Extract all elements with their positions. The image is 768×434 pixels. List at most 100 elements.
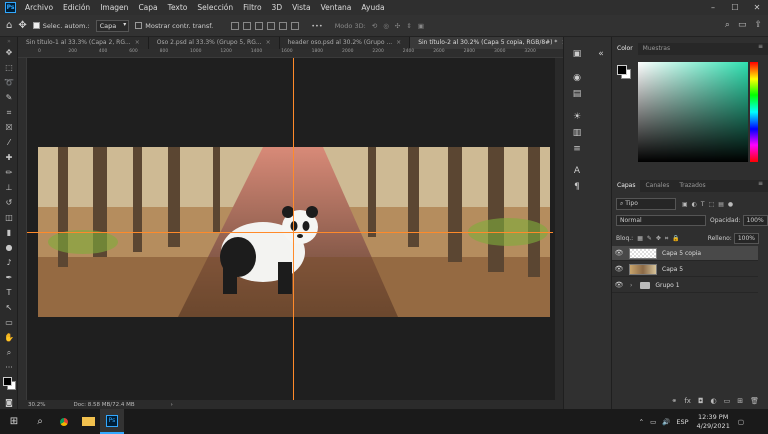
new-layer-icon[interactable]: ⊞ <box>737 397 743 405</box>
menu-edicion[interactable]: Edición <box>58 3 95 12</box>
clone-stamp-tool-icon[interactable]: ⊥ <box>0 180 18 195</box>
more-tools-icon[interactable]: ··· <box>0 360 18 375</box>
align-bottom-icon[interactable] <box>291 21 300 30</box>
network-icon[interactable]: ▭ <box>650 418 656 426</box>
tab-capas[interactable]: Capas <box>612 180 641 192</box>
collapse-icon[interactable]: « <box>595 49 607 61</box>
chevron-right-icon[interactable]: › <box>630 282 632 289</box>
menu-3d[interactable]: 3D <box>267 3 288 12</box>
menu-filtro[interactable]: Filtro <box>238 3 266 12</box>
menu-ventana[interactable]: Ventana <box>316 3 357 12</box>
search-icon[interactable]: ⌕ <box>28 409 52 434</box>
lasso-tool-icon[interactable]: ➰ <box>0 75 18 90</box>
tab-muestras[interactable]: Muestras <box>638 43 675 55</box>
tab-canales[interactable]: Canales <box>640 180 674 192</box>
minimize-button[interactable]: – <box>702 0 724 15</box>
home-icon[interactable]: ⌂ <box>6 20 12 31</box>
character-panel-icon[interactable]: A <box>571 166 583 178</box>
horizontal-guide[interactable] <box>27 232 553 233</box>
paragraph-panel-icon[interactable]: ¶ <box>571 182 583 194</box>
history-panel-icon[interactable]: ▣ <box>571 49 583 61</box>
scale-3d-icon[interactable]: ▣ <box>418 22 424 30</box>
pen-tool-icon[interactable]: ✒ <box>0 270 18 285</box>
align-left-icon[interactable] <box>231 21 240 30</box>
align-top-icon[interactable] <box>267 21 276 30</box>
visibility-eye-icon[interactable]: 👁 <box>612 249 626 257</box>
share-icon[interactable]: ⇪ <box>754 20 762 30</box>
language-indicator[interactable]: ESP <box>676 418 688 426</box>
properties-panel-icon[interactable]: ≡ <box>571 144 583 156</box>
hue-slider[interactable] <box>750 62 758 162</box>
adjustment-layer-icon[interactable]: ◐ <box>711 397 717 405</box>
layer-name[interactable]: Grupo 1 <box>655 282 679 289</box>
link-layers-icon[interactable]: ⚭ <box>671 397 677 405</box>
libraries-panel-icon[interactable]: ▤ <box>571 89 583 101</box>
visibility-eye-icon[interactable]: 👁 <box>612 281 626 289</box>
lock-icons[interactable]: ▦✎✥⌗🔒 <box>637 235 684 243</box>
learn-panel-icon[interactable]: ◉ <box>571 73 583 85</box>
photoshop-taskbar-icon[interactable]: Ps <box>100 409 124 434</box>
layer-row[interactable]: 👁 › Grupo 1 <box>612 278 758 293</box>
workspace-icon[interactable]: ▭ <box>738 20 747 30</box>
auto-select-checkbox[interactable] <box>32 22 40 29</box>
hand-tool-icon[interactable]: ✋ <box>0 330 18 345</box>
eraser-tool-icon[interactable]: ◫ <box>0 210 18 225</box>
color-swatches[interactable] <box>0 375 17 395</box>
history-brush-tool-icon[interactable]: ↺ <box>0 195 18 210</box>
rotate-3d-icon[interactable]: ⟲ <box>372 22 377 30</box>
menu-capa[interactable]: Capa <box>133 3 162 12</box>
tab-sin-titulo-1[interactable]: Sin título-1 al 33.3% (Capa 2, RG... × <box>18 37 149 49</box>
tab-sin-titulo-2[interactable]: Sin título-2 al 30.2% (Capa 5 copia, RGB… <box>410 37 576 49</box>
tab-oso-2[interactable]: Oso 2.psd al 33.3% (Grupo 5, RG... × <box>148 37 280 49</box>
windows-start-icon[interactable]: ⊞ <box>0 409 28 434</box>
histogram-panel-icon[interactable]: ▥ <box>571 128 583 140</box>
vertical-scrollbar[interactable] <box>555 58 563 400</box>
eyedropper-tool-icon[interactable]: ⁄ <box>0 135 18 150</box>
file-explorer-icon[interactable] <box>76 409 100 434</box>
layer-filter-icons[interactable]: ▣◐T⬚▤● <box>682 201 737 208</box>
opacity-input[interactable]: 100% <box>742 215 768 226</box>
clock[interactable]: 12:39 PM 4/29/2021 <box>697 413 730 431</box>
panel-menu-icon[interactable]: ≡ <box>758 43 768 55</box>
chrome-icon[interactable] <box>52 409 76 434</box>
close-tab-icon[interactable]: × <box>266 39 271 46</box>
menu-ayuda[interactable]: Ayuda <box>356 3 389 12</box>
blend-mode-dropdown[interactable]: Normal <box>616 215 706 226</box>
delete-layer-icon[interactable]: 🗑 <box>750 397 759 405</box>
color-picker-field[interactable] <box>638 62 748 162</box>
crop-tool-icon[interactable]: ⌗ <box>0 105 18 120</box>
roll-3d-icon[interactable]: ◎ <box>383 22 389 30</box>
toolbar-grip-icon[interactable]: » <box>0 37 18 45</box>
dodge-tool-icon[interactable]: ♪ <box>0 255 18 270</box>
marquee-tool-icon[interactable]: ⬚ <box>0 60 18 75</box>
healing-brush-tool-icon[interactable]: ✚ <box>0 150 18 165</box>
tab-trazados[interactable]: Trazados <box>674 180 710 192</box>
type-tool-icon[interactable]: T <box>0 285 18 300</box>
menu-archivo[interactable]: Archivo <box>20 3 58 12</box>
zoom-tool-icon[interactable]: ⌕ <box>0 345 18 360</box>
align-right-icon[interactable] <box>255 21 264 30</box>
layer-row[interactable]: 👁 Capa 5 <box>612 262 758 277</box>
close-window-button[interactable]: ✕ <box>746 0 768 15</box>
transform-controls-option[interactable]: Mostrar contr. transf. <box>135 22 213 30</box>
slide-3d-icon[interactable]: ⇕ <box>406 22 411 30</box>
blur-tool-icon[interactable]: ● <box>0 240 18 255</box>
fill-input[interactable]: 100% <box>733 233 759 244</box>
menu-imagen[interactable]: Imagen <box>95 3 133 12</box>
shape-tool-icon[interactable]: ▭ <box>0 315 18 330</box>
auto-select-dropdown[interactable]: Capa <box>95 19 130 32</box>
pan-3d-icon[interactable]: ✣ <box>395 22 400 30</box>
gradient-tool-icon[interactable]: ▮ <box>0 225 18 240</box>
foreground-color-swatch[interactable] <box>3 377 12 386</box>
layer-name[interactable]: Capa 5 copia <box>662 250 701 257</box>
vertical-guide[interactable] <box>293 58 294 400</box>
menu-vista[interactable]: Vista <box>287 3 316 12</box>
menu-texto[interactable]: Texto <box>163 3 193 12</box>
notifications-icon[interactable]: ▢ <box>738 418 744 426</box>
chevron-up-icon[interactable]: ⌃ <box>639 418 644 426</box>
menu-seleccion[interactable]: Selección <box>192 3 238 12</box>
frame-tool-icon[interactable]: ☒ <box>0 120 18 135</box>
zoom-level[interactable]: 30.2% <box>28 402 45 408</box>
tab-header-oso[interactable]: header oso.psd al 30.2% (Grupo ... × <box>279 37 411 49</box>
add-mask-icon[interactable]: ◘ <box>698 397 704 405</box>
